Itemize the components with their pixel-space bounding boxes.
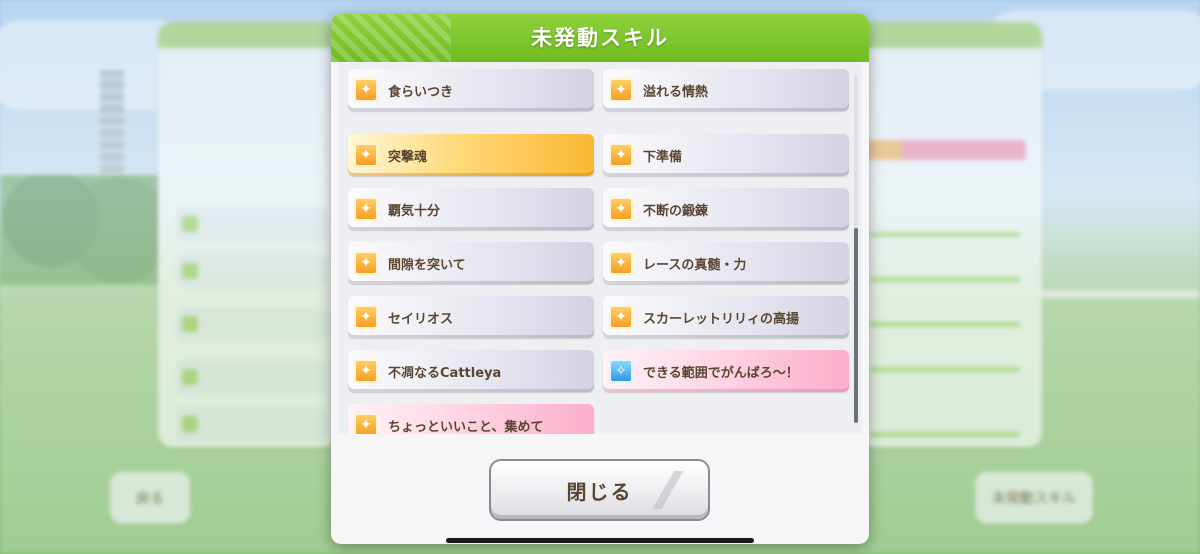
skill-item[interactable]: ✦ スカーレットリリィの高揚 — [603, 296, 849, 338]
skill-name: 不凋なるCattleya — [388, 365, 502, 381]
close-button[interactable]: 閉じる — [491, 461, 708, 519]
skill-name: 間隙を突いて — [388, 257, 466, 273]
gold-skill-icon: ✦ — [609, 143, 633, 167]
skill-name: レースの真髄・力 — [643, 257, 747, 273]
skill-item[interactable]: ✦ 不断の鍛錬 — [603, 188, 849, 230]
gold-skill-icon: ✦ — [609, 251, 633, 275]
skill-name: 覇気十分 — [388, 203, 441, 219]
unactivated-skills-dialog: 未発動スキル ✦ 食らいつき ✦ 溢れる情熱 ✦ 突撃魂 ✦ 下準備 ✦ 覇気十… — [331, 14, 869, 544]
home-indicator[interactable] — [446, 538, 754, 543]
dialog-header: 未発動スキル — [331, 14, 869, 62]
gold-skill-icon: ✦ — [354, 251, 378, 275]
gold-skill-icon: ✦ — [354, 143, 378, 167]
scrollbar-thumb[interactable] — [854, 228, 858, 423]
skill-item[interactable]: ✦ 間隙を突いて — [348, 242, 594, 284]
dialog-title: 未発動スキル — [531, 26, 669, 50]
skill-item[interactable]: ✦ 食らいつき — [348, 69, 594, 111]
skill-name: できる範囲でがんばろ～！ — [643, 365, 799, 381]
skill-item[interactable]: ✦ ちょっといいこと、集めて — [348, 404, 594, 434]
skill-name: 突撃魂 — [388, 149, 428, 165]
skill-list[interactable]: ✦ 食らいつき ✦ 溢れる情熱 ✦ 突撃魂 ✦ 下準備 ✦ 覇気十分 ✦ 不断の… — [338, 62, 862, 434]
button-decoration — [646, 471, 686, 509]
skill-item[interactable]: ✦ 覇気十分 — [348, 188, 594, 230]
gold-skill-icon: ✦ — [354, 305, 378, 329]
gold-skill-icon: ✦ — [354, 197, 378, 221]
skill-item[interactable]: ✦ 溢れる情熱 — [603, 69, 849, 111]
skill-name: 溢れる情熱 — [643, 84, 709, 100]
skill-item[interactable]: ✦ レースの真髄・力 — [603, 242, 849, 284]
skill-name: スカーレットリリィの高揚 — [643, 311, 800, 327]
gold-skill-icon: ✦ — [354, 359, 378, 383]
skill-name: ちょっといいこと、集めて — [388, 419, 544, 435]
skill-item[interactable]: ✦ セイリオス — [348, 296, 594, 338]
skill-item[interactable]: ✧ できる範囲でがんばろ～！ — [603, 350, 849, 392]
skill-item[interactable]: ✦ 下準備 — [603, 134, 849, 176]
gold-skill-icon: ✦ — [354, 413, 378, 434]
gold-skill-icon: ✦ — [609, 78, 633, 102]
close-button-label: 閉じる — [566, 479, 633, 504]
gold-skill-icon: ✦ — [609, 197, 633, 221]
skill-item[interactable]: ✦ 不凋なるCattleya — [348, 350, 594, 392]
skill-name: 不断の鍛錬 — [643, 203, 709, 219]
skill-item[interactable]: ✦ 突撃魂 — [348, 134, 594, 176]
skill-name: 食らいつき — [388, 84, 454, 100]
skill-name: 下準備 — [643, 149, 683, 165]
gold-skill-icon: ✦ — [354, 78, 378, 102]
blue-sparkle-icon: ✧ — [609, 359, 633, 383]
gold-skill-icon: ✦ — [609, 305, 633, 329]
skill-name: セイリオス — [388, 311, 454, 327]
